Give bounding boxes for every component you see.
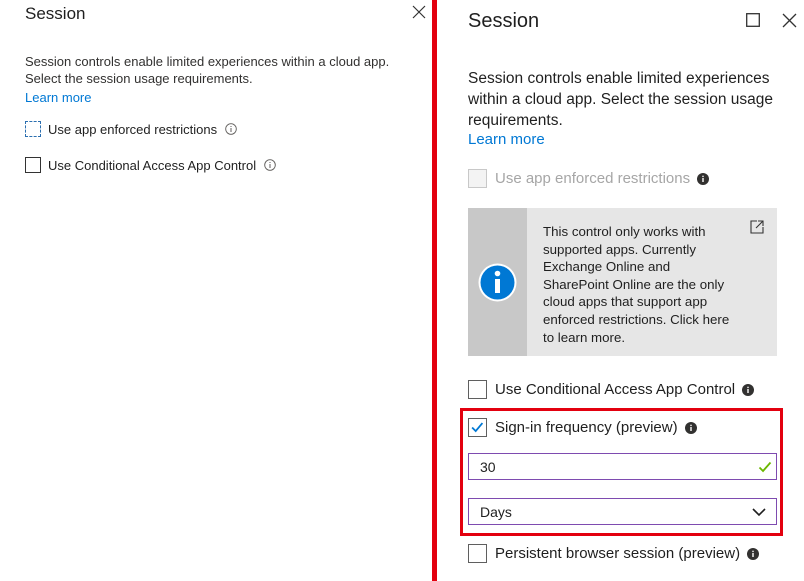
app-enforced-label: Use app enforced restrictions: [495, 170, 691, 187]
info-icon[interactable]: [747, 547, 760, 560]
app-control-checkbox[interactable]: [468, 380, 487, 399]
right-session-panel: Session Session controls enable limited …: [437, 0, 804, 581]
maximize-icon[interactable]: [746, 13, 760, 27]
left-app-enforced-option[interactable]: Use app enforced restrictions: [25, 121, 237, 137]
checkmark-icon: [471, 422, 484, 433]
info-box-text[interactable]: This control only works with supported a…: [543, 223, 733, 346]
sign-in-frequency-label: Sign-in frequency (preview): [495, 419, 678, 436]
close-icon[interactable]: [782, 13, 797, 28]
app-enforced-option: Use app enforced restrictions: [468, 169, 710, 188]
left-panel-title: Session: [25, 4, 86, 23]
left-app-control-label: Use Conditional Access App Control: [48, 157, 257, 173]
info-icon[interactable]: [697, 172, 710, 185]
valid-check-icon: [758, 461, 772, 473]
info-icon[interactable]: [742, 383, 755, 396]
app-enforced-checkbox: [468, 169, 487, 188]
app-control-label: Use Conditional Access App Control: [495, 381, 736, 398]
persistent-session-checkbox[interactable]: [468, 544, 487, 563]
left-learn-more-link[interactable]: Learn more: [25, 90, 91, 105]
left-panel-description: Session controls enable limited experien…: [25, 54, 390, 86]
frequency-value-input[interactable]: 30: [468, 453, 777, 480]
info-icon[interactable]: [225, 123, 237, 135]
info-icon: [478, 263, 517, 302]
app-control-option[interactable]: Use Conditional Access App Control: [468, 380, 755, 399]
persistent-session-label: Persistent browser session (preview): [495, 545, 741, 562]
close-icon[interactable]: [412, 5, 426, 19]
left-session-panel: Session Session controls enable limited …: [0, 0, 432, 581]
info-icon[interactable]: [264, 159, 276, 171]
right-learn-more-link[interactable]: Learn more: [468, 131, 545, 148]
external-link-icon[interactable]: [750, 220, 764, 234]
left-app-control-checkbox[interactable]: [25, 157, 41, 173]
info-icon[interactable]: [684, 421, 697, 434]
right-panel-title: Session: [468, 10, 540, 32]
frequency-unit-select[interactable]: Days: [468, 498, 777, 525]
info-message-box: This control only works with supported a…: [468, 208, 777, 356]
sign-in-frequency-checkbox[interactable]: [468, 418, 487, 437]
persistent-session-option[interactable]: Persistent browser session (preview): [468, 544, 760, 563]
left-app-enforced-checkbox[interactable]: [25, 121, 41, 137]
frequency-value: 30: [480, 458, 496, 475]
right-panel-description: Session controls enable limited experien…: [468, 70, 774, 129]
left-app-control-option[interactable]: Use Conditional Access App Control: [25, 157, 276, 173]
left-app-enforced-label: Use app enforced restrictions: [48, 121, 218, 137]
sign-in-frequency-option[interactable]: Sign-in frequency (preview): [468, 418, 697, 437]
chevron-down-icon: [752, 508, 766, 517]
frequency-unit-value: Days: [480, 503, 512, 520]
